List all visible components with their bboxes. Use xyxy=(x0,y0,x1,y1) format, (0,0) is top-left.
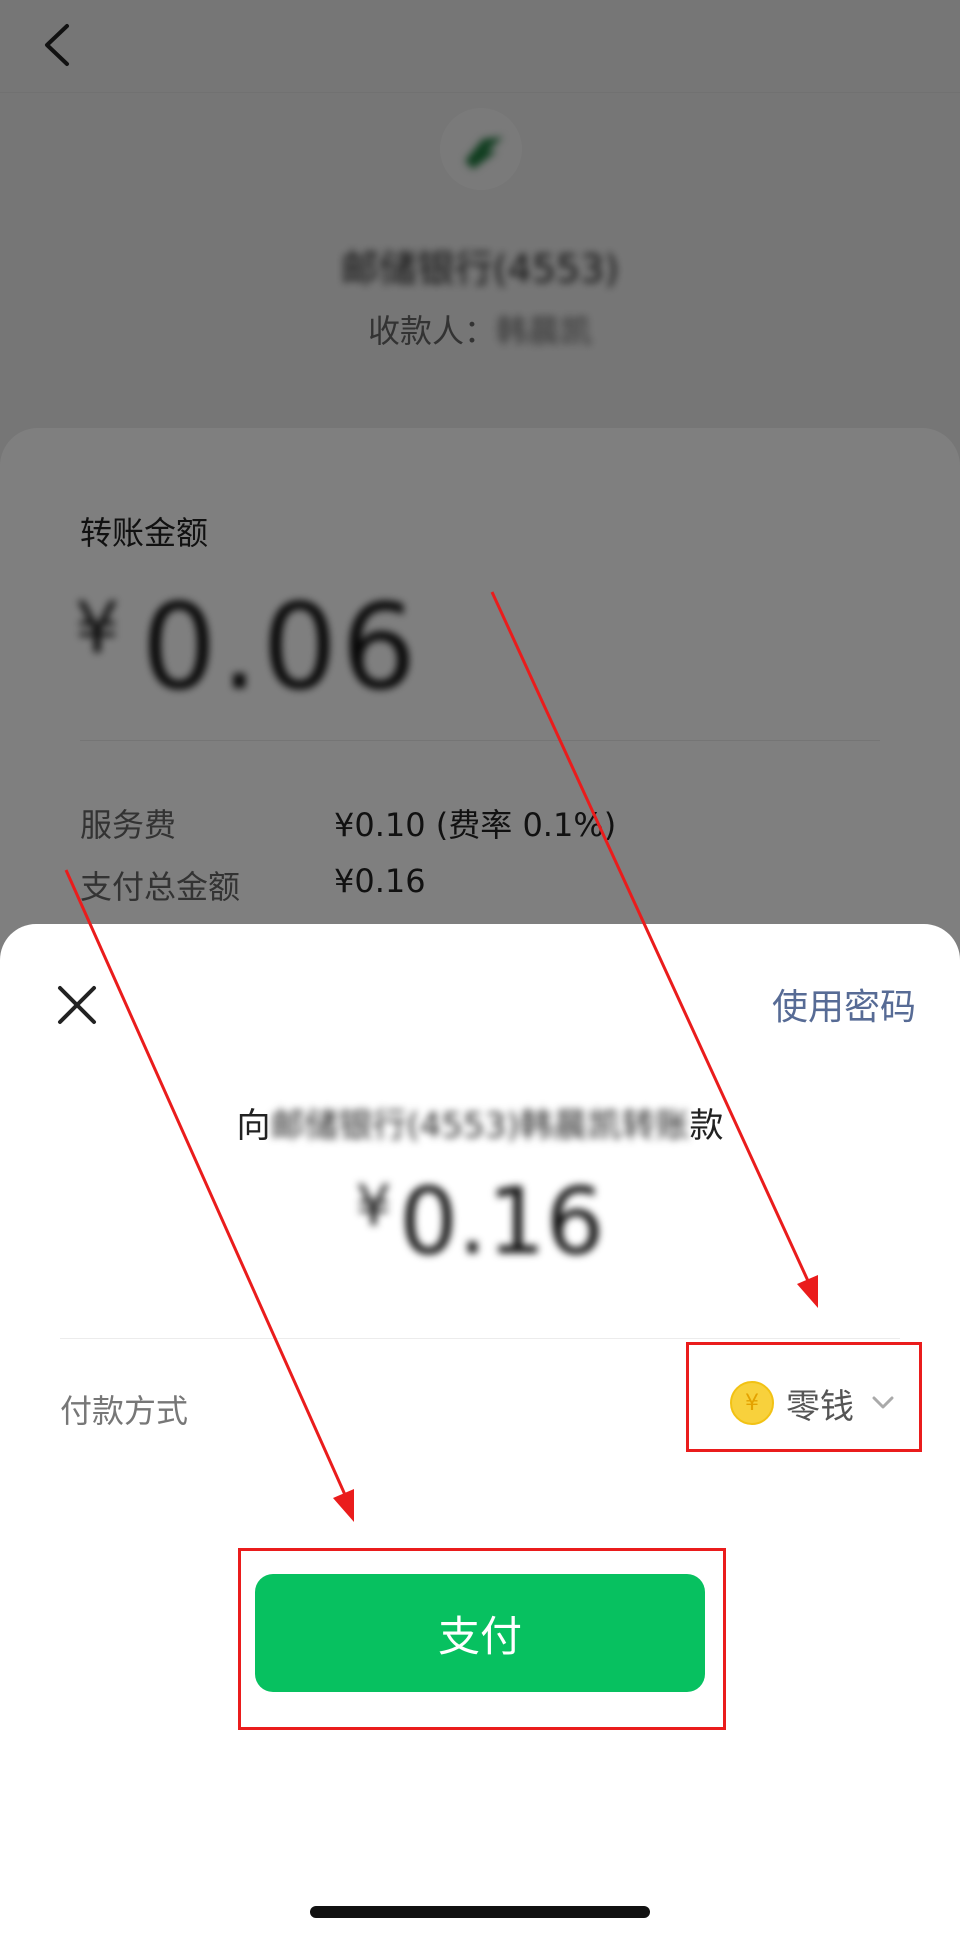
payment-amount: ¥0.16 xyxy=(355,1168,605,1275)
home-indicator xyxy=(310,1906,650,1918)
use-password-link[interactable]: 使用密码 xyxy=(772,978,916,1030)
pay-button[interactable]: 支付 xyxy=(255,1574,705,1692)
payee-description: 向邮储银行(4553)韩晨凯转账款 xyxy=(236,1106,724,1146)
payment-method-label: 付款方式 xyxy=(60,1392,189,1430)
highlight-payment-method xyxy=(686,1342,922,1452)
close-icon xyxy=(58,986,96,1024)
close-button[interactable] xyxy=(52,980,102,1030)
divider xyxy=(60,1338,900,1339)
